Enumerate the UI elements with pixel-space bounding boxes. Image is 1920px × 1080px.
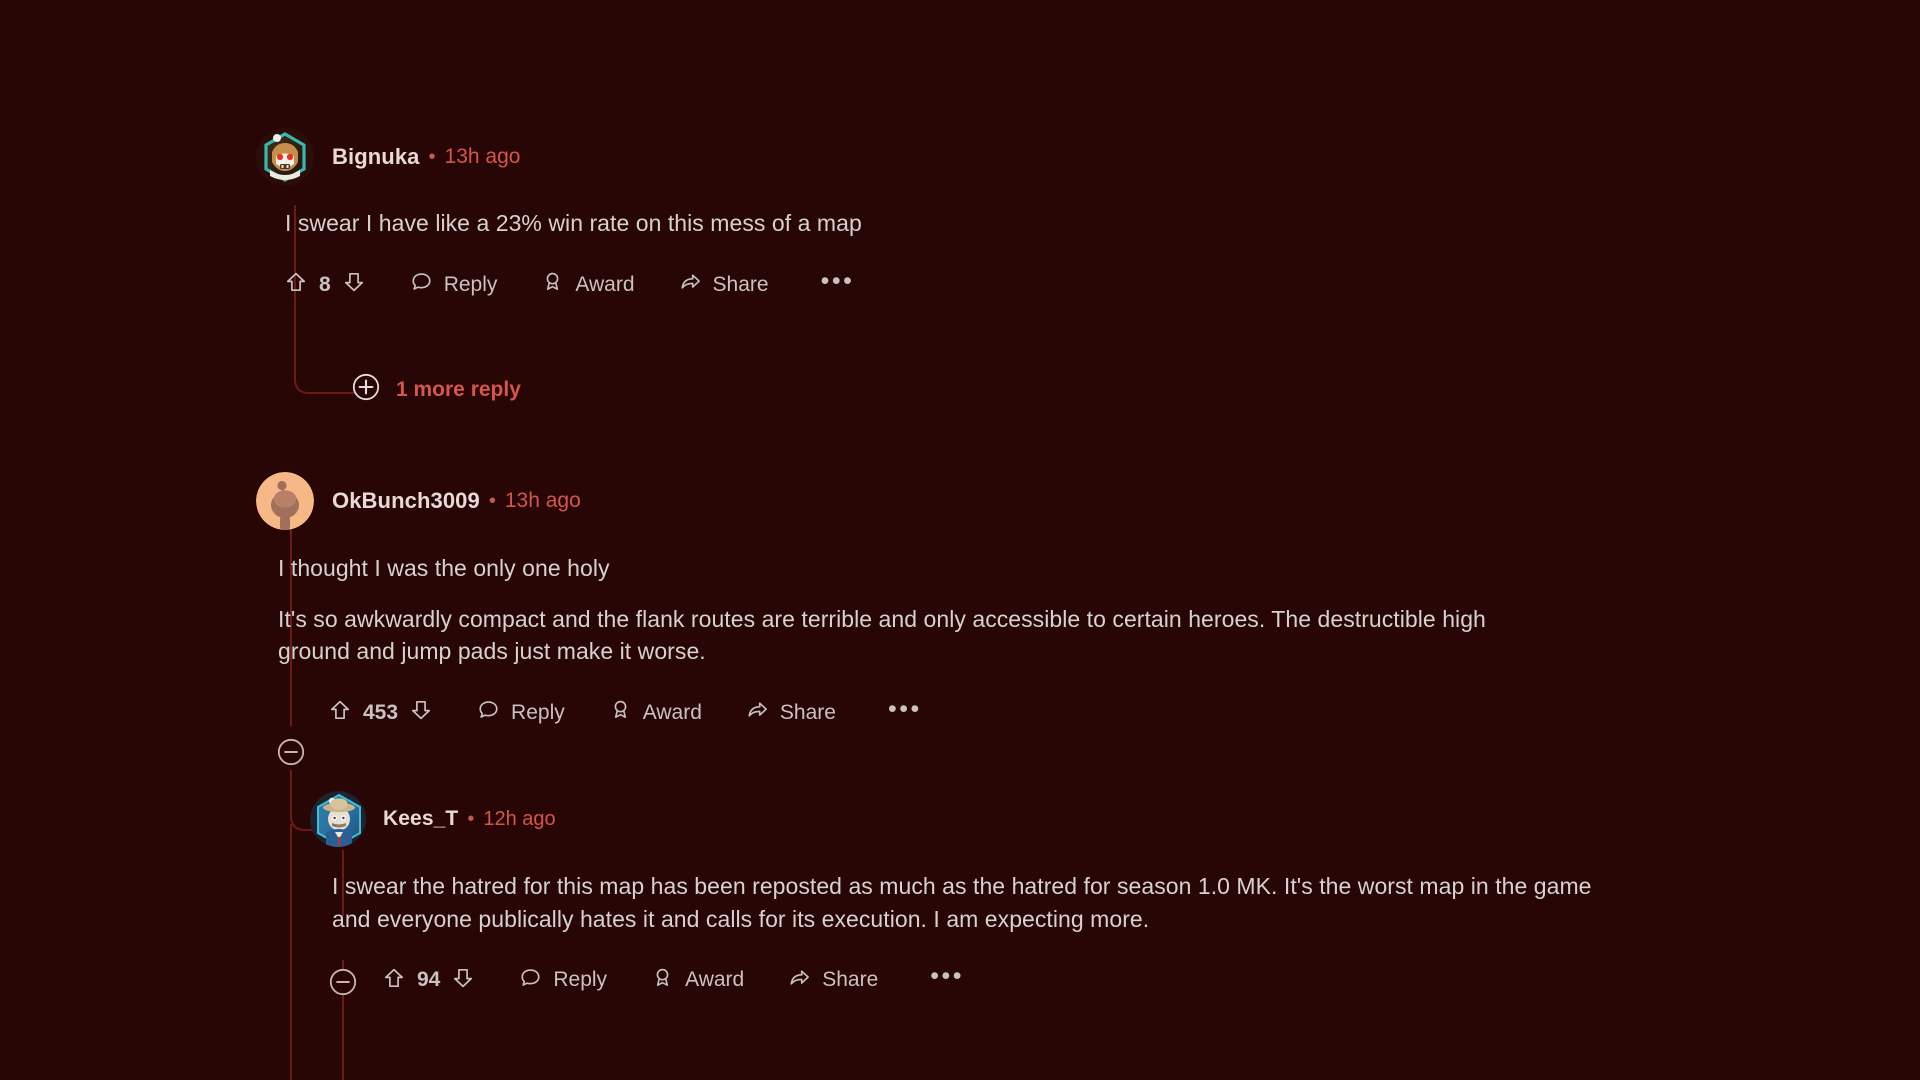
ellipsis-icon[interactable]: ••• [930,964,964,990]
collapse-comment-3-button[interactable] [329,968,357,1001]
award-ribbon-icon [609,698,632,727]
comment-action-bar: 8 Reply Award Share ••• [284,262,1756,308]
avatar[interactable] [310,791,366,847]
reply-button[interactable]: Reply [477,698,565,727]
comment-thread-page: Bignuka • 13h ago I swear I have like a … [0,0,1920,1080]
speech-bubble-icon [519,966,542,995]
upvote-arrow-icon[interactable] [284,270,308,299]
comment-header: OkBunch3009 • 13h ago [256,472,1756,530]
award-button[interactable]: Award [541,270,635,299]
reply-label: Reply [511,700,565,724]
share-arrow-icon [679,270,702,299]
award-button[interactable]: Award [609,698,702,727]
award-ribbon-icon [541,270,564,299]
comment-okbunch3009: OkBunch3009 • 13h ago I thought I was th… [256,472,1756,736]
collapse-minus-icon [277,738,305,766]
share-arrow-icon [746,698,769,727]
thread-line-comment-2-rail [290,824,292,1080]
upvote-arrow-icon[interactable] [328,698,352,727]
comment-action-bar: 94 Reply Award Share ••• [310,957,1770,1003]
comment-paragraph: I thought I was the only one holy [278,555,610,581]
vote-score: 8 [319,272,331,296]
comment-author-username[interactable]: OkBunch3009 [332,488,480,514]
vote-score: 94 [417,968,441,992]
award-ribbon-icon [651,966,674,995]
thread-curve-more-replies [294,365,354,397]
avatar[interactable] [256,472,314,530]
collapse-comment-2-button[interactable] [277,738,305,771]
comment-header: Kees_T • 12h ago [310,790,1770,848]
more-replies-label: 1 more reply [396,377,521,401]
comment-body: I thought I was the only one holy It's s… [278,552,1508,668]
speech-bubble-icon [410,270,433,299]
vote-score: 453 [363,700,399,724]
downvote-arrow-icon[interactable] [451,966,475,995]
comment-body: I swear I have like a 23% win rate on th… [285,207,1756,240]
share-arrow-icon [788,966,811,995]
reply-label: Reply [553,968,608,992]
downvote-arrow-icon[interactable] [409,698,433,727]
share-label: Share [822,968,879,992]
share-button[interactable]: Share [788,966,878,995]
header-separator: • [488,490,496,512]
share-button[interactable]: Share [679,270,769,299]
comment-kees-t: Kees_T • 12h ago I swear the hatred for … [310,790,1770,1003]
award-label: Award [685,968,745,992]
collapse-minus-icon [329,968,357,996]
ellipsis-icon[interactable]: ••• [888,697,922,723]
avatar[interactable] [256,128,314,186]
comment-timestamp: 13h ago [444,145,521,168]
more-replies-button[interactable]: 1 more reply [352,373,521,406]
speech-bubble-icon [477,698,500,727]
comment-paragraph: It's so awkwardly compact and the flank … [278,605,1486,665]
plus-circle-icon [352,373,380,406]
comment-bignuka: Bignuka • 13h ago I swear I have like a … [256,128,1756,308]
comment-header: Bignuka • 13h ago [256,128,1756,186]
award-button[interactable]: Award [651,966,744,995]
share-label: Share [712,272,769,296]
award-label: Award [642,700,702,724]
vote-group: 453 [328,698,433,727]
cowboy-snoo-avatar-icon [310,791,366,847]
reply-button[interactable]: Reply [410,270,498,299]
comment-author-username[interactable]: Kees_T [383,807,458,831]
comment-paragraph: I swear I have like a 23% win rate on th… [285,210,862,236]
comment-timestamp: 13h ago [504,489,581,512]
comment-paragraph: I swear the hatred for this map has been… [332,873,1592,932]
downvote-arrow-icon[interactable] [342,270,366,299]
comment-author-username[interactable]: Bignuka [332,144,420,170]
upvote-arrow-icon[interactable] [382,966,406,995]
share-label: Share [779,700,836,724]
share-button[interactable]: Share [746,698,836,727]
reply-button[interactable]: Reply [519,966,607,995]
vote-group: 94 [382,966,475,995]
vote-group: 8 [284,270,366,299]
header-separator: • [467,808,475,830]
header-separator: • [428,146,436,168]
award-label: Award [575,272,635,296]
hex-wolf-avatar-icon [256,128,314,186]
reply-label: Reply [443,272,498,296]
ellipsis-icon[interactable]: ••• [821,268,855,295]
snoo-default-avatar-icon [256,472,314,530]
comment-timestamp: 12h ago [483,807,556,830]
comment-action-bar: 453 Reply Award Share ••• [256,690,1756,736]
comment-body: I swear the hatred for this map has been… [332,870,1622,935]
